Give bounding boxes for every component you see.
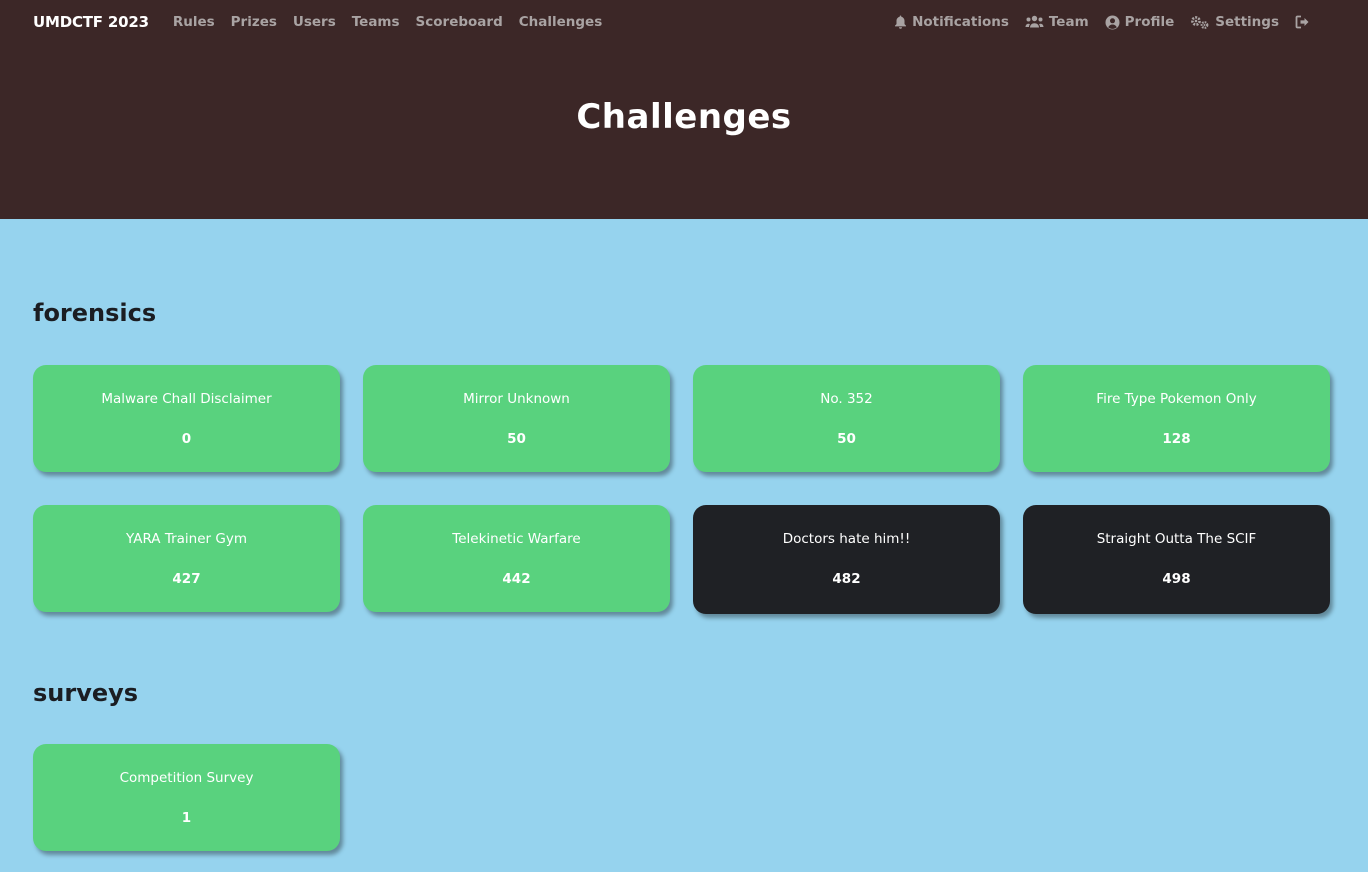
- nav-team-label: Team: [1048, 14, 1089, 30]
- challenge-value: 498: [1162, 571, 1191, 587]
- nav-team[interactable]: Team: [1025, 14, 1089, 30]
- challenge-name: Malware Chall Disclaimer: [101, 391, 272, 407]
- user-circle-icon: [1105, 15, 1120, 29]
- nav-link-challenges[interactable]: Challenges: [519, 14, 603, 30]
- nav-settings-label: Settings: [1215, 14, 1279, 30]
- challenge-value: 482: [832, 571, 861, 587]
- challenge-name: YARA Trainer Gym: [126, 531, 247, 547]
- category-title-surveys: surveys: [33, 679, 139, 707]
- challenge-card[interactable]: No. 352 50: [693, 365, 1000, 472]
- challenge-card[interactable]: Competition Survey 1: [33, 744, 340, 851]
- nav-notifications-label: Notifications: [912, 14, 1009, 30]
- nav-profile-label: Profile: [1124, 14, 1175, 30]
- nav-link-teams[interactable]: Teams: [352, 14, 400, 30]
- nav-link-rules[interactable]: Rules: [173, 14, 215, 30]
- nav-notifications[interactable]: Notifications: [894, 14, 1009, 30]
- challenge-card[interactable]: Telekinetic Warfare 442: [363, 505, 670, 612]
- challenge-name: Competition Survey: [119, 770, 254, 786]
- sign-out-icon: [1295, 15, 1309, 29]
- challenge-card[interactable]: Doctors hate him!! 482: [693, 505, 1000, 614]
- nav-link-users[interactable]: Users: [293, 14, 336, 30]
- challenge-card[interactable]: Fire Type Pokemon Only 128: [1023, 365, 1330, 472]
- challenge-card[interactable]: Mirror Unknown 50: [363, 365, 670, 472]
- challenge-card[interactable]: Malware Chall Disclaimer 0: [33, 365, 340, 472]
- challenge-name: Telekinetic Warfare: [452, 531, 581, 547]
- challenge-value: 50: [507, 431, 526, 447]
- nav-logout[interactable]: [1295, 15, 1317, 29]
- page-title: Challenges: [576, 97, 792, 137]
- challenge-name: No. 352: [820, 391, 873, 407]
- category-title-forensics: forensics: [33, 299, 157, 327]
- nav-profile[interactable]: Profile: [1105, 14, 1175, 30]
- challenge-value: 128: [1162, 431, 1191, 447]
- nav-links: Rules Prizes Users Teams Scoreboard Chal…: [173, 14, 618, 30]
- bell-icon: [895, 15, 907, 29]
- challenge-name: Fire Type Pokemon Only: [1096, 391, 1257, 407]
- nav-settings[interactable]: Settings: [1190, 14, 1279, 30]
- users-icon: [1025, 15, 1044, 28]
- challenge-card[interactable]: Straight Outta The SCIF 498: [1023, 505, 1330, 614]
- challenge-value: 442: [502, 571, 531, 587]
- nav-user-menu: Notifications Team Profile Settings: [878, 14, 1335, 30]
- brand-link[interactable]: UMDCTF 2023: [33, 13, 149, 31]
- challenge-card[interactable]: YARA Trainer Gym 427: [33, 505, 340, 612]
- header-bar: UMDCTF 2023 Rules Prizes Users Teams Sco…: [0, 0, 1368, 219]
- challenge-value: 0: [181, 431, 192, 447]
- challenge-name: Straight Outta The SCIF: [1096, 531, 1257, 547]
- challenge-name: Doctors hate him!!: [782, 531, 911, 547]
- navbar: UMDCTF 2023 Rules Prizes Users Teams Sco…: [0, 0, 1368, 44]
- nav-link-scoreboard[interactable]: Scoreboard: [416, 14, 503, 30]
- challenge-name: Mirror Unknown: [463, 391, 570, 407]
- cogs-icon: [1191, 15, 1209, 29]
- nav-link-prizes[interactable]: Prizes: [231, 14, 277, 30]
- challenge-value: 427: [172, 571, 201, 587]
- challenge-value: 50: [837, 431, 856, 447]
- challenge-value: 1: [181, 810, 192, 826]
